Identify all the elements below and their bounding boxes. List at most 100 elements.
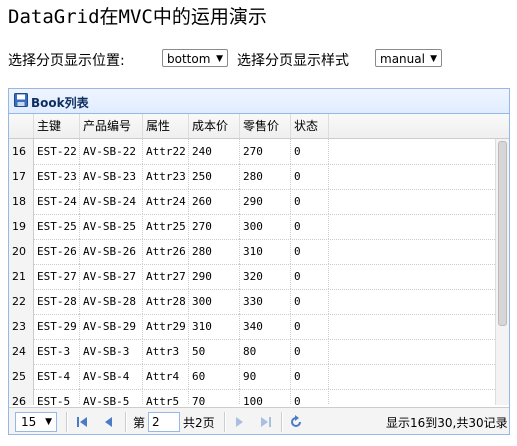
cell-attr: Attr25 bbox=[143, 214, 189, 239]
next-page-icon[interactable] bbox=[232, 415, 246, 429]
save-icon bbox=[14, 93, 28, 107]
cell-price: 310 bbox=[240, 239, 291, 264]
cell-attr: Attr27 bbox=[143, 264, 189, 289]
page-title: DataGrid在MVC中的运用演示 bbox=[8, 6, 267, 28]
cell-cost: 60 bbox=[189, 364, 240, 389]
cell-attr: Attr5 bbox=[143, 389, 189, 405]
prev-page-icon[interactable] bbox=[102, 415, 116, 429]
col-header-key[interactable]: 主键 bbox=[34, 114, 80, 138]
cell-status: 0 bbox=[291, 314, 329, 339]
page-number-input[interactable]: 2 bbox=[148, 412, 180, 432]
row-number: 24 bbox=[9, 339, 34, 364]
row-number: 18 bbox=[9, 189, 34, 214]
cell-key: EST-26 bbox=[34, 239, 80, 264]
cell-price: 320 bbox=[240, 264, 291, 289]
table-row[interactable]: 21 EST-27 AV-SB-27 Attr27 290 320 0 bbox=[9, 264, 495, 290]
cell-code: AV-SB-29 bbox=[80, 314, 143, 339]
cell-attr: Attr28 bbox=[143, 289, 189, 314]
cell-attr: Attr3 bbox=[143, 339, 189, 364]
cell-price: 290 bbox=[240, 189, 291, 214]
table-row[interactable]: 22 EST-28 AV-SB-28 Attr28 300 330 0 bbox=[9, 289, 495, 315]
cell-price: 330 bbox=[240, 289, 291, 314]
table-row[interactable]: 16 EST-22 AV-SB-22 Attr22 240 270 0 bbox=[9, 139, 495, 165]
position-select[interactable]: bottom ▼ bbox=[162, 49, 228, 67]
cell-status: 0 bbox=[291, 264, 329, 289]
cell-cost: 300 bbox=[189, 289, 240, 314]
row-number: 17 bbox=[9, 164, 34, 189]
cell-key: EST-24 bbox=[34, 189, 80, 214]
cell-status: 0 bbox=[291, 164, 329, 189]
cell-cost: 240 bbox=[189, 139, 240, 164]
cell-code: AV-SB-3 bbox=[80, 339, 143, 364]
table-row[interactable]: 26 EST-5 AV-SB-5 Attr5 70 100 0 bbox=[9, 389, 495, 405]
cell-code: AV-SB-22 bbox=[80, 139, 143, 164]
row-number: 16 bbox=[9, 139, 34, 164]
cell-price: 270 bbox=[240, 139, 291, 164]
cell-key: EST-27 bbox=[34, 264, 80, 289]
table-row[interactable]: 25 EST-4 AV-SB-4 Attr4 60 90 0 bbox=[9, 364, 495, 390]
scrollbar-thumb[interactable] bbox=[498, 141, 507, 326]
cell-status: 0 bbox=[291, 189, 329, 214]
row-number: 19 bbox=[9, 214, 34, 239]
cell-code: AV-SB-25 bbox=[80, 214, 143, 239]
table-row[interactable]: 19 EST-25 AV-SB-25 Attr25 270 300 0 bbox=[9, 214, 495, 240]
row-number: 20 bbox=[9, 239, 34, 264]
position-label: 选择分页显示位置: bbox=[8, 53, 125, 69]
refresh-icon[interactable] bbox=[289, 415, 303, 429]
col-header-code[interactable]: 产品编号 bbox=[80, 114, 143, 138]
cell-code: AV-SB-26 bbox=[80, 239, 143, 264]
cell-status: 0 bbox=[291, 214, 329, 239]
cell-price: 280 bbox=[240, 164, 291, 189]
cell-key: EST-29 bbox=[34, 314, 80, 339]
cell-cost: 290 bbox=[189, 264, 240, 289]
page-size-value: 15 bbox=[21, 415, 37, 429]
cell-code: AV-SB-5 bbox=[80, 389, 143, 405]
cell-code: AV-SB-23 bbox=[80, 164, 143, 189]
cell-cost: 310 bbox=[189, 314, 240, 339]
cell-status: 0 bbox=[291, 389, 329, 405]
cell-attr: Attr24 bbox=[143, 189, 189, 214]
style-select-value: manual bbox=[380, 52, 425, 66]
chevron-down-icon: ▼ bbox=[45, 417, 52, 427]
cell-cost: 70 bbox=[189, 389, 240, 405]
col-header-attr[interactable]: 属性 bbox=[143, 114, 189, 138]
row-number: 21 bbox=[9, 264, 34, 289]
grid-body: 16 EST-22 AV-SB-22 Attr22 240 270 0 17 EST-23 AV-… bbox=[9, 139, 495, 405]
cell-price: 300 bbox=[240, 214, 291, 239]
vertical-scrollbar[interactable] bbox=[495, 139, 509, 405]
cell-key: EST-25 bbox=[34, 214, 80, 239]
cell-price: 80 bbox=[240, 339, 291, 364]
col-header-cost[interactable]: 成本价 bbox=[189, 114, 240, 138]
table-row[interactable]: 20 EST-26 AV-SB-26 Attr26 280 310 0 bbox=[9, 239, 495, 265]
cell-price: 340 bbox=[240, 314, 291, 339]
table-row[interactable]: 23 EST-29 AV-SB-29 Attr29 310 340 0 bbox=[9, 314, 495, 340]
cell-code: AV-SB-27 bbox=[80, 264, 143, 289]
col-header-status[interactable]: 状态 bbox=[291, 114, 329, 138]
separator bbox=[224, 412, 226, 432]
row-number: 25 bbox=[9, 364, 34, 389]
cell-attr: Attr22 bbox=[143, 139, 189, 164]
cell-code: AV-SB-4 bbox=[80, 364, 143, 389]
cell-price: 100 bbox=[240, 389, 291, 405]
table-row[interactable]: 24 EST-3 AV-SB-3 Attr3 50 80 0 bbox=[9, 339, 495, 365]
cell-key: EST-23 bbox=[34, 164, 80, 189]
page-info: 显示16到30,共30记录 bbox=[386, 416, 508, 430]
cell-cost: 270 bbox=[189, 214, 240, 239]
cell-cost: 50 bbox=[189, 339, 240, 364]
cell-code: AV-SB-28 bbox=[80, 289, 143, 314]
cell-attr: Attr4 bbox=[143, 364, 189, 389]
page-size-select[interactable]: 15 ▼ bbox=[15, 412, 57, 432]
table-row[interactable]: 17 EST-23 AV-SB-23 Attr23 250 280 0 bbox=[9, 164, 495, 190]
panel-header: Book列表 bbox=[9, 89, 509, 114]
cell-status: 0 bbox=[291, 289, 329, 314]
cell-key: EST-4 bbox=[34, 364, 80, 389]
table-row[interactable]: 18 EST-24 AV-SB-24 Attr24 260 290 0 bbox=[9, 189, 495, 215]
first-page-icon[interactable] bbox=[75, 415, 89, 429]
separator bbox=[281, 412, 283, 432]
last-page-icon[interactable] bbox=[259, 415, 273, 429]
style-label: 选择分页显示样式 bbox=[237, 53, 349, 69]
cell-status: 0 bbox=[291, 364, 329, 389]
style-select[interactable]: manual ▼ bbox=[375, 49, 442, 67]
position-select-value: bottom bbox=[167, 52, 211, 66]
col-header-price[interactable]: 零售价 bbox=[240, 114, 291, 138]
